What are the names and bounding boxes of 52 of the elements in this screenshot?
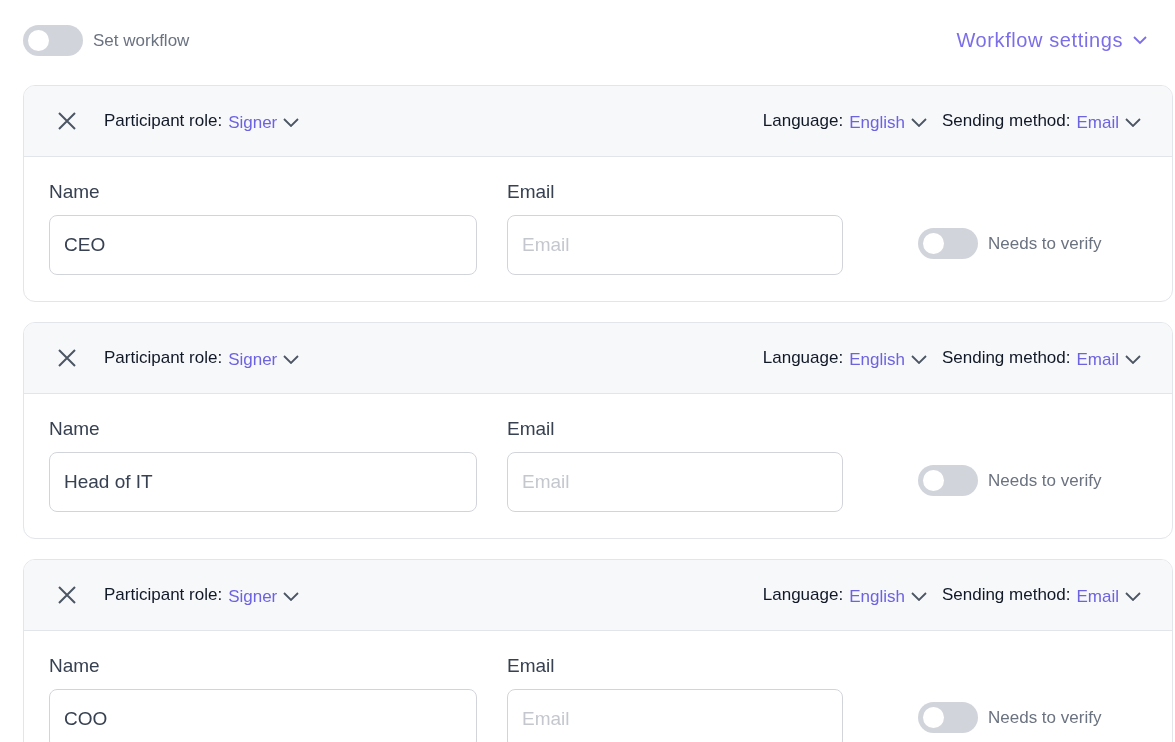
chevron-down-icon: [910, 118, 927, 127]
verify-label: Needs to verify: [988, 233, 1102, 254]
verify-label: Needs to verify: [988, 470, 1102, 491]
name-label: Name: [49, 181, 101, 203]
role-dropdown[interactable]: Signer: [228, 586, 300, 607]
language-label: Language:: [762, 348, 844, 368]
email-field[interactable]: Email: [507, 215, 843, 275]
verify-toggle[interactable]: [918, 228, 978, 259]
email-label: Email: [507, 181, 556, 203]
email-label: Email: [507, 418, 556, 440]
role-label: Participant role:: [104, 585, 223, 605]
sending-method-dropdown[interactable]: Email: [1076, 349, 1141, 370]
chevron-down-icon: [910, 355, 927, 364]
chevron-down-icon: [283, 118, 300, 127]
chevron-down-icon: [283, 355, 300, 364]
chevron-down-icon: [1125, 592, 1141, 601]
name-field[interactable]: COO: [49, 689, 477, 742]
chevron-down-icon: [910, 592, 927, 601]
verify-toggle[interactable]: [918, 702, 978, 733]
workflow-toggle[interactable]: [23, 25, 83, 56]
workflow-settings-dropdown[interactable]: Workflow settings: [956, 29, 1173, 52]
close-icon[interactable]: [57, 585, 77, 605]
language-dropdown[interactable]: English: [849, 349, 927, 370]
sending-method-dropdown[interactable]: Email: [1076, 112, 1141, 133]
verify-label: Needs to verify: [988, 707, 1102, 728]
email-label: Email: [507, 655, 556, 677]
role-label: Participant role:: [104, 111, 223, 131]
verify-toggle[interactable]: [918, 465, 978, 496]
chevron-down-icon: [283, 592, 300, 601]
name-field[interactable]: CEO: [49, 215, 477, 275]
role-dropdown[interactable]: Signer: [228, 112, 300, 133]
name-label: Name: [49, 418, 101, 440]
name-field[interactable]: Head of IT: [49, 452, 477, 512]
language-dropdown[interactable]: English: [849, 112, 927, 133]
toggle-label: Set workflow: [93, 30, 190, 51]
chevron-down-icon: [1133, 36, 1147, 45]
sending-method-dropdown[interactable]: Email: [1076, 586, 1141, 607]
email-field[interactable]: Email: [507, 689, 843, 742]
language-label: Language:: [762, 111, 844, 131]
role-dropdown[interactable]: Signer: [228, 349, 300, 370]
language-dropdown[interactable]: English: [849, 586, 927, 607]
sending-method-label: Sending method:: [941, 348, 1071, 368]
sending-method-label: Sending method:: [941, 585, 1071, 605]
chevron-down-icon: [1125, 118, 1141, 127]
close-icon[interactable]: [57, 348, 77, 368]
chevron-down-icon: [1125, 355, 1141, 364]
close-icon[interactable]: [57, 111, 77, 131]
email-field[interactable]: Email: [507, 452, 843, 512]
name-label: Name: [49, 655, 101, 677]
role-label: Participant role:: [104, 348, 223, 368]
sending-method-label: Sending method:: [941, 111, 1071, 131]
language-label: Language:: [762, 585, 844, 605]
